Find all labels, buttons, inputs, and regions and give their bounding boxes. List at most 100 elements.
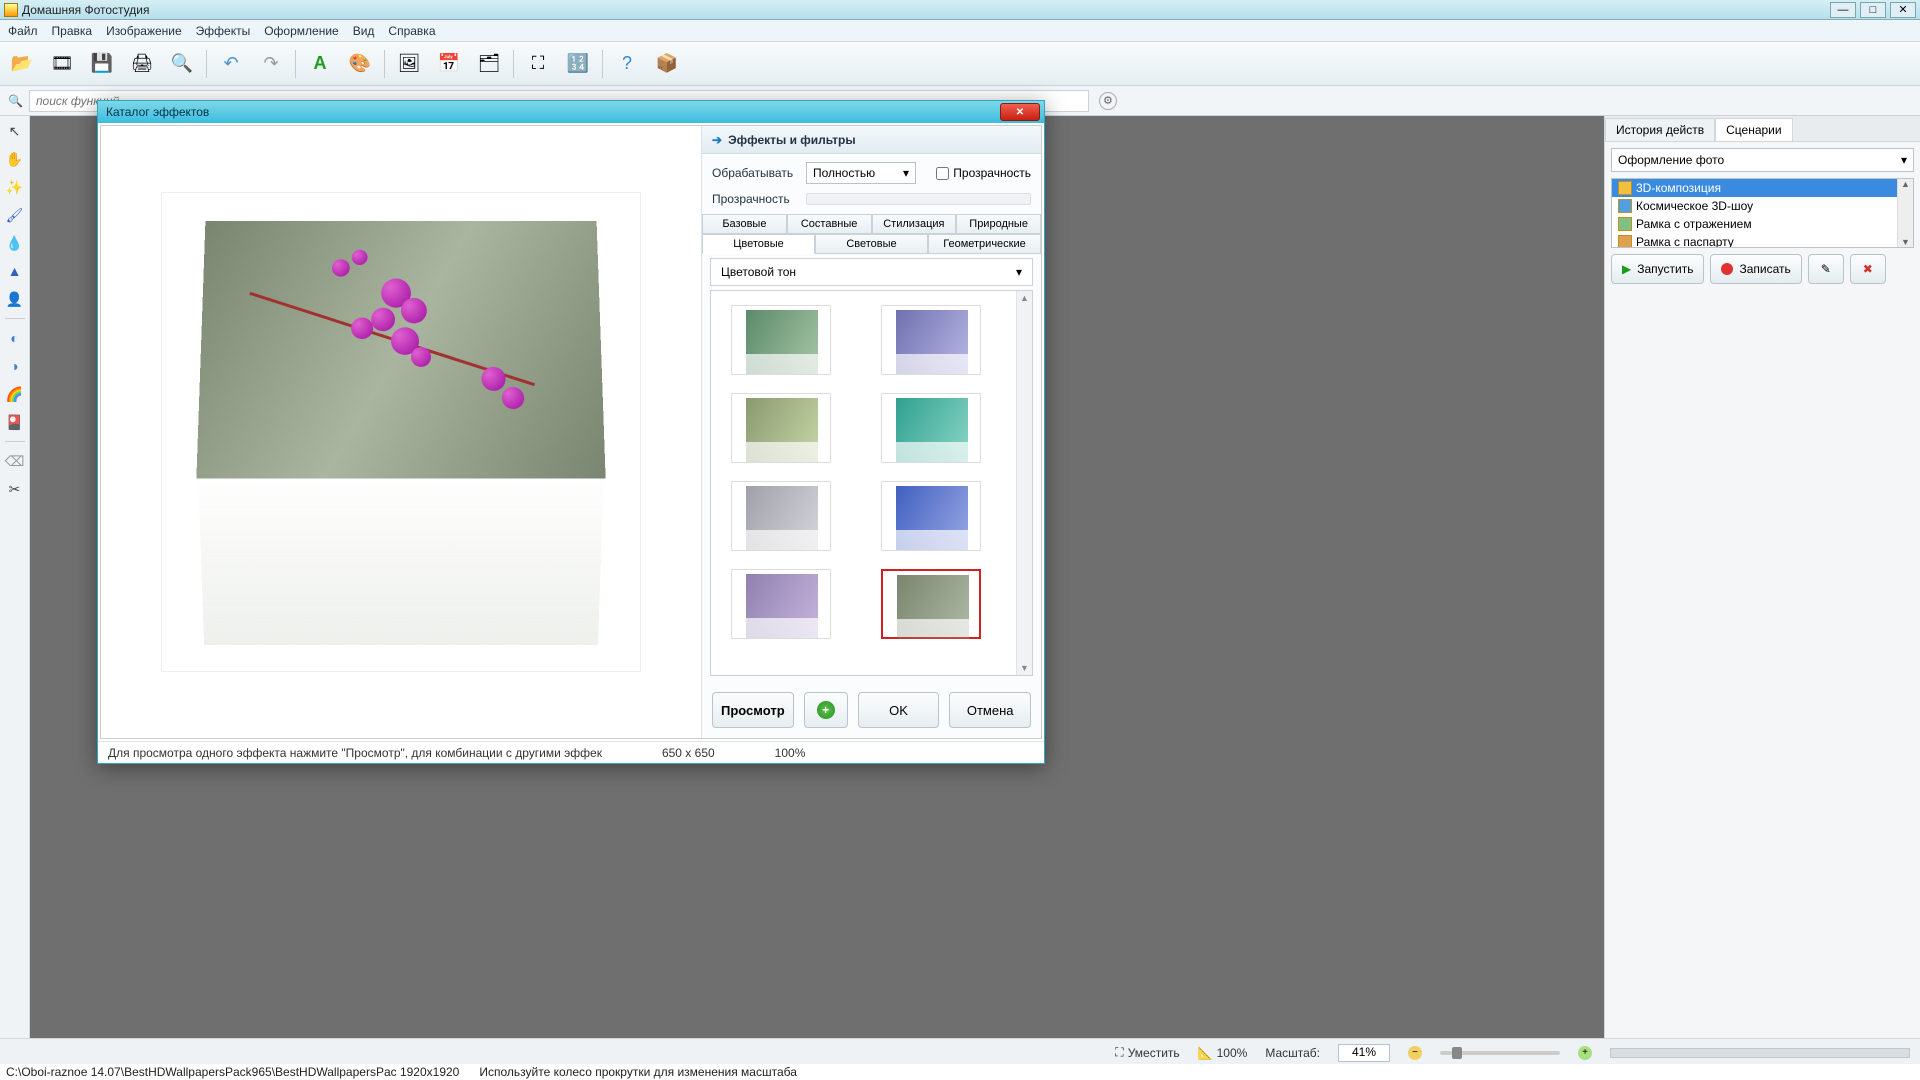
script-item-1[interactable]: Космическое 3D-шоу (1612, 197, 1913, 215)
menu-design[interactable]: Оформление (264, 24, 338, 38)
calendar-button[interactable]: 📅 (433, 48, 465, 80)
process-label: Обрабатывать (712, 166, 796, 180)
h-scrollbar[interactable] (1610, 1048, 1910, 1058)
tab-nature[interactable]: Природные (956, 214, 1041, 234)
zoom-thumb[interactable] (1452, 1047, 1462, 1059)
gradient-tool[interactable]: 🌈 (5, 385, 25, 403)
save-button[interactable]: 💾 (86, 48, 118, 80)
actual-size-toggle[interactable]: 📐100% (1198, 1046, 1248, 1060)
tab-basic[interactable]: Базовые (702, 214, 787, 234)
menu-edit[interactable]: Правка (52, 24, 93, 38)
text-button[interactable]: A (304, 48, 336, 80)
tab-stylize[interactable]: Стилизация (872, 214, 957, 234)
zoom-button[interactable]: 🔍 (166, 48, 198, 80)
window-titlebar: Домашняя Фотостудия — □ ✕ (0, 0, 1920, 20)
effect-thumb-4[interactable] (731, 481, 831, 551)
brush-tool[interactable]: 🖌 (5, 206, 25, 224)
redo-button[interactable]: ↷ (255, 48, 287, 80)
close-button[interactable]: ✕ (1890, 2, 1916, 18)
tab-color[interactable]: Цветовые (702, 234, 815, 254)
help-button[interactable]: ? (611, 48, 643, 80)
process-select[interactable]: Полностью ▾ (806, 162, 916, 184)
compass-icon: 📐 (1198, 1046, 1213, 1060)
script-item-2[interactable]: Рамка с отражением (1612, 215, 1913, 233)
tab-compound[interactable]: Составные (787, 214, 872, 234)
actual-size-button[interactable]: 🔢 (562, 48, 594, 80)
thumb-scrollbar[interactable] (1016, 291, 1032, 675)
undo-button[interactable]: ↶ (215, 48, 247, 80)
pointer-tool[interactable]: ↖ (5, 122, 25, 140)
effect-tabs: Базовые Составные Стилизация Природные Ц… (702, 214, 1041, 254)
wand-tool[interactable]: ✨ (5, 178, 25, 196)
add-effect-button[interactable]: + (804, 692, 848, 728)
script-item-3[interactable]: Рамка с паспарту (1612, 233, 1913, 248)
settings-gear-icon[interactable]: ⚙ (1099, 92, 1117, 110)
scrollbar[interactable] (1897, 179, 1913, 247)
effect-thumb-0[interactable] (731, 305, 831, 375)
delete-script-button[interactable]: ✖ (1850, 254, 1886, 284)
record-script-button[interactable]: Записать (1710, 254, 1801, 284)
eraser-tool[interactable]: ⌫ (5, 452, 25, 470)
maximize-button[interactable]: □ (1860, 2, 1886, 18)
open-button[interactable]: 📂 (6, 48, 38, 80)
run-script-button[interactable]: ▶Запустить (1611, 254, 1704, 284)
fill-tool[interactable]: ▲ (5, 262, 25, 280)
transparency-slider[interactable] (806, 193, 1031, 205)
stamps-tool[interactable]: 🎴 (5, 413, 25, 431)
tab-scripts[interactable]: Сценарии (1715, 118, 1792, 141)
sharpen-tool[interactable]: ◑ (5, 357, 25, 375)
zoom-in-button[interactable]: + (1578, 1046, 1592, 1060)
menu-image[interactable]: Изображение (106, 24, 182, 38)
record-icon (1721, 263, 1733, 275)
edit-script-button[interactable]: ✎ (1808, 254, 1844, 284)
ok-button[interactable]: OK (858, 692, 940, 728)
collage-button[interactable]: 🗂 (473, 48, 505, 80)
effect-thumb-6[interactable] (731, 569, 831, 639)
zoom-value[interactable]: 41% (1338, 1044, 1390, 1062)
effect-thumb-5[interactable] (881, 481, 981, 551)
transparency-checkbox[interactable]: Прозрачность (936, 166, 1031, 180)
separator (384, 50, 385, 78)
recent-button[interactable]: 🎞 (46, 48, 78, 80)
menu-file[interactable]: Файл (8, 24, 38, 38)
preview-button[interactable]: Просмотр (712, 692, 794, 728)
clone-tool[interactable]: 👤 (5, 290, 25, 308)
script-icon (1618, 181, 1632, 195)
drop-tool[interactable]: 💧 (5, 234, 25, 252)
tab-geometric[interactable]: Геометрические (928, 234, 1041, 254)
script-category-value: Оформление фото (1618, 153, 1724, 167)
dialog-titlebar[interactable]: Каталог эффектов ✕ (98, 101, 1044, 123)
effect-thumb-1[interactable] (881, 305, 981, 375)
menu-effects[interactable]: Эффекты (196, 24, 251, 38)
cancel-button[interactable]: Отмена (949, 692, 1031, 728)
palette-button[interactable]: 🎨 (344, 48, 376, 80)
effect-thumb-2[interactable] (731, 393, 831, 463)
effect-thumb-7[interactable] (881, 569, 981, 639)
blur-tool[interactable]: ◐ (5, 329, 25, 347)
crop-tool[interactable]: ✂ (5, 480, 25, 498)
script-list[interactable]: 3D-композиция Космическое 3D-шоу Рамка с… (1611, 178, 1914, 248)
dialog-title: Каталог эффектов (106, 105, 209, 119)
fit-toggle[interactable]: ⛶Уместить (1115, 1045, 1179, 1060)
script-item-0[interactable]: 3D-композиция (1612, 179, 1913, 197)
menu-view[interactable]: Вид (353, 24, 375, 38)
dialog-close-button[interactable]: ✕ (1000, 103, 1040, 121)
menu-help[interactable]: Справка (388, 24, 435, 38)
effect-thumb-3[interactable] (881, 393, 981, 463)
effect-category-select[interactable]: Цветовой тон ▾ (710, 258, 1033, 286)
separator (295, 50, 296, 78)
fit-button[interactable]: ⛶ (522, 48, 554, 80)
print-button[interactable]: 🖨 (126, 48, 158, 80)
dialog-status-bar: Для просмотра одного эффекта нажмите "Пр… (98, 741, 1044, 763)
hand-tool[interactable]: ✋ (5, 150, 25, 168)
tab-light[interactable]: Световые (815, 234, 928, 254)
tab-history[interactable]: История действ (1605, 118, 1715, 141)
zoom-slider[interactable] (1440, 1051, 1560, 1055)
transparency-check-input[interactable] (936, 167, 949, 180)
script-category-select[interactable]: Оформление фото ▾ (1611, 148, 1914, 172)
minimize-button[interactable]: — (1830, 2, 1856, 18)
package-button[interactable]: 📦 (651, 48, 683, 80)
zoom-out-button[interactable]: − (1408, 1046, 1422, 1060)
image-button[interactable]: 🖼 (393, 48, 425, 80)
dialog-zoom: 100% (775, 746, 806, 760)
